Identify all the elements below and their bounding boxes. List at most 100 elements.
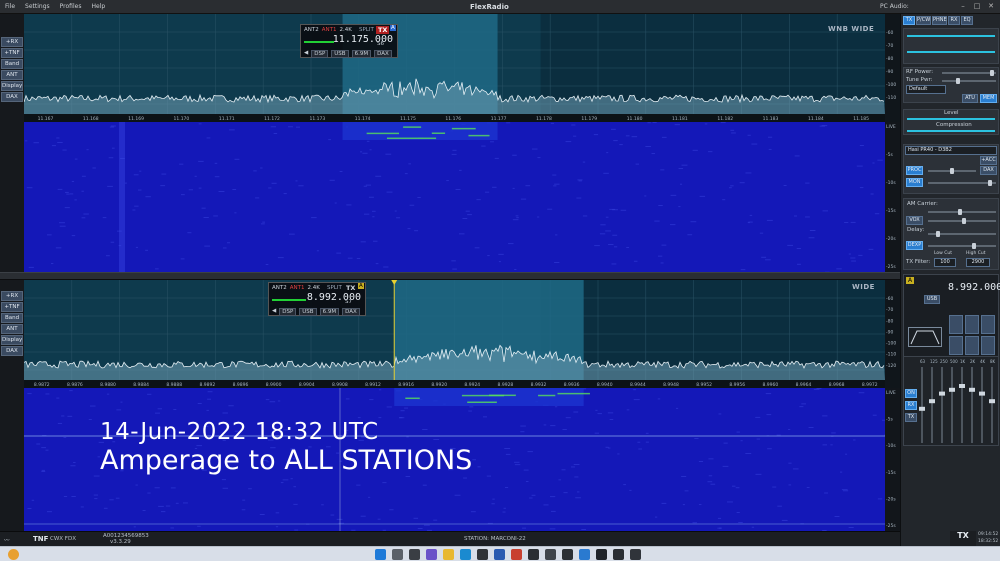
edge-icon[interactable] [460,549,471,560]
slice-bottom-tag-ant2[interactable]: ANT2 [272,285,287,291]
tab-tx[interactable]: TX [903,16,915,25]
panel-slice-frequency[interactable]: 8.992.000 [948,282,1000,293]
menu-settings[interactable]: Settings [20,3,55,10]
add-rx-button-bottom[interactable]: +RX [1,291,23,301]
tab-pcw[interactable]: P/CW [916,16,931,25]
proc-slider[interactable] [928,168,976,174]
mon-slider[interactable] [928,180,996,186]
task-view-icon[interactable] [409,549,420,560]
split-label-top[interactable]: SPLIT [359,27,374,33]
slice-top-tag-ant1[interactable]: ANT1 [322,27,337,33]
vox-button[interactable]: VOX [906,216,923,225]
slice-tag-rx-top[interactable]: 6.9M [351,50,372,58]
file-explorer-icon[interactable] [443,549,454,560]
dax-tx-button[interactable]: DAX [980,166,997,175]
panel-mode-select[interactable]: USB [924,295,940,304]
slice-tag-mode-top[interactable]: USB [331,50,349,58]
app-icon-1[interactable] [494,549,505,560]
tx-status-indicator[interactable]: TX [950,531,976,546]
start-icon[interactable] [375,549,386,560]
mon-button[interactable]: MON [906,178,923,187]
app-icon-3[interactable] [528,549,539,560]
chat-icon[interactable] [426,549,437,560]
am-carrier-slider[interactable] [928,209,996,215]
dsp-btn-5[interactable] [965,336,979,355]
waterfall-top-image[interactable] [24,122,885,272]
mem-button[interactable]: MEM [980,94,997,103]
mic-profile-select[interactable]: Hasi PR40 - D3B2 [905,146,997,155]
dax-button-top[interactable]: DAX [1,92,23,102]
tab-rx[interactable]: RX [948,16,960,25]
slice-tag-dsp-top[interactable]: DSP [311,50,329,58]
app-icon-7[interactable] [596,549,607,560]
tab-eq[interactable]: EQ [961,16,973,25]
dsp-btn-4[interactable] [949,336,963,355]
slice-top-tag-ant2[interactable]: ANT2 [304,27,319,33]
mode-indicators[interactable]: CWX FDX [50,536,76,542]
slice-letter-bottom[interactable]: A [358,283,364,289]
ant-button-bottom[interactable]: ANT [1,324,23,334]
slice-tag-rx-bottom[interactable]: 6.9M [319,308,340,316]
app-icon-2[interactable] [511,549,522,560]
waterfall-top[interactable] [24,122,885,272]
tab-phne[interactable]: PHNE [932,16,947,25]
tnf-indicator[interactable]: TNF [33,535,48,543]
tx-flag-top[interactable]: TX [376,26,390,34]
slice-frequency-bottom[interactable]: 8.992.000 [307,292,361,303]
menu-help[interactable]: Help [86,3,110,10]
eq-on-button[interactable]: ON [905,389,917,398]
atu-button[interactable]: ATU [962,94,978,103]
dsp-btn-6[interactable] [981,336,995,355]
store-icon[interactable] [477,549,488,560]
search-icon[interactable] [392,549,403,560]
panadapter-top[interactable]: 11.167 11.168 11.169 11.170 11.171 11.172 11.1… [24,14,900,122]
proc-button[interactable]: PROC [906,166,923,175]
dsp-btn-2[interactable] [965,315,979,334]
band-button-top[interactable]: Band [1,59,23,69]
dexp-slider[interactable] [928,243,996,249]
close-button[interactable]: ✕ [986,2,996,11]
weather-icon[interactable] [8,549,19,560]
app-icon-8[interactable] [613,549,624,560]
minimize-button[interactable]: – [958,2,968,11]
low-cut-value[interactable]: 100 [934,258,956,267]
add-rx-button-top[interactable]: +RX [1,37,23,47]
panadapter-bottom-spectrum[interactable]: 8.9872 8.9876 8.9880 8.9884 8.9888 8.9892 8.98… [24,280,900,388]
menu-file[interactable]: File [0,3,20,10]
tx-profile-select[interactable]: Default [906,85,946,94]
dexp-button[interactable]: DEXP [906,241,923,250]
equalizer-sliders[interactable]: 63 125 250 500 1K 2K 4K 8K [904,357,1000,447]
dsp-btn-1[interactable] [949,315,963,334]
add-tnf-button-bottom[interactable]: +TNF [1,302,23,312]
vox-slider[interactable] [928,218,996,224]
panadapter-divider[interactable] [0,272,900,280]
app-icon-6[interactable] [579,549,590,560]
panadapter-top-spectrum[interactable]: 11.167 11.168 11.169 11.170 11.171 11.172 11.1… [24,14,900,122]
mute-icon-bottom[interactable]: ◀ [272,308,276,316]
delay-slider[interactable] [928,231,996,237]
eq-rx-button[interactable]: RX [905,401,917,410]
dax-button-bottom[interactable]: DAX [1,346,23,356]
slice-letter-top[interactable]: A [390,25,396,31]
app-icon-9[interactable] [630,549,641,560]
acc-button[interactable]: +ACC [980,156,997,165]
tx-flag-bottom[interactable]: TX [344,284,357,292]
slice-flag-top[interactable]: ANT2 ANT1 2.4K SPLIT TX A 11.175.000 S6 … [300,24,398,58]
add-tnf-button-top[interactable]: +TNF [1,48,23,58]
app-icon-4[interactable] [545,549,556,560]
app-icon-5[interactable] [562,549,573,560]
split-label-bottom[interactable]: SPLIT [327,285,342,291]
eq-tx-button[interactable]: TX [905,413,917,422]
slice-tag-dsp-bottom[interactable]: DSP [279,308,297,316]
slice-tag-dax-bottom[interactable]: DAX [342,308,360,316]
maximize-button[interactable]: □ [972,2,982,11]
mute-icon-top[interactable]: ◀ [304,50,308,58]
rf-power-slider[interactable] [942,70,996,76]
slice-flag-bottom[interactable]: ANT2 ANT1 2.4K SPLIT TX A 8.992.000 S7 ◀… [268,282,366,316]
tune-power-slider[interactable] [942,78,996,84]
panel-slice-letter[interactable]: A [906,277,915,284]
menu-profiles[interactable]: Profiles [55,3,87,10]
panadapter-bottom[interactable]: 8.9872 8.9876 8.9880 8.9884 8.9888 8.9892 8.98… [24,280,900,388]
slice-tag-dax-top[interactable]: DAX [374,50,392,58]
dsp-btn-3[interactable] [981,315,995,334]
